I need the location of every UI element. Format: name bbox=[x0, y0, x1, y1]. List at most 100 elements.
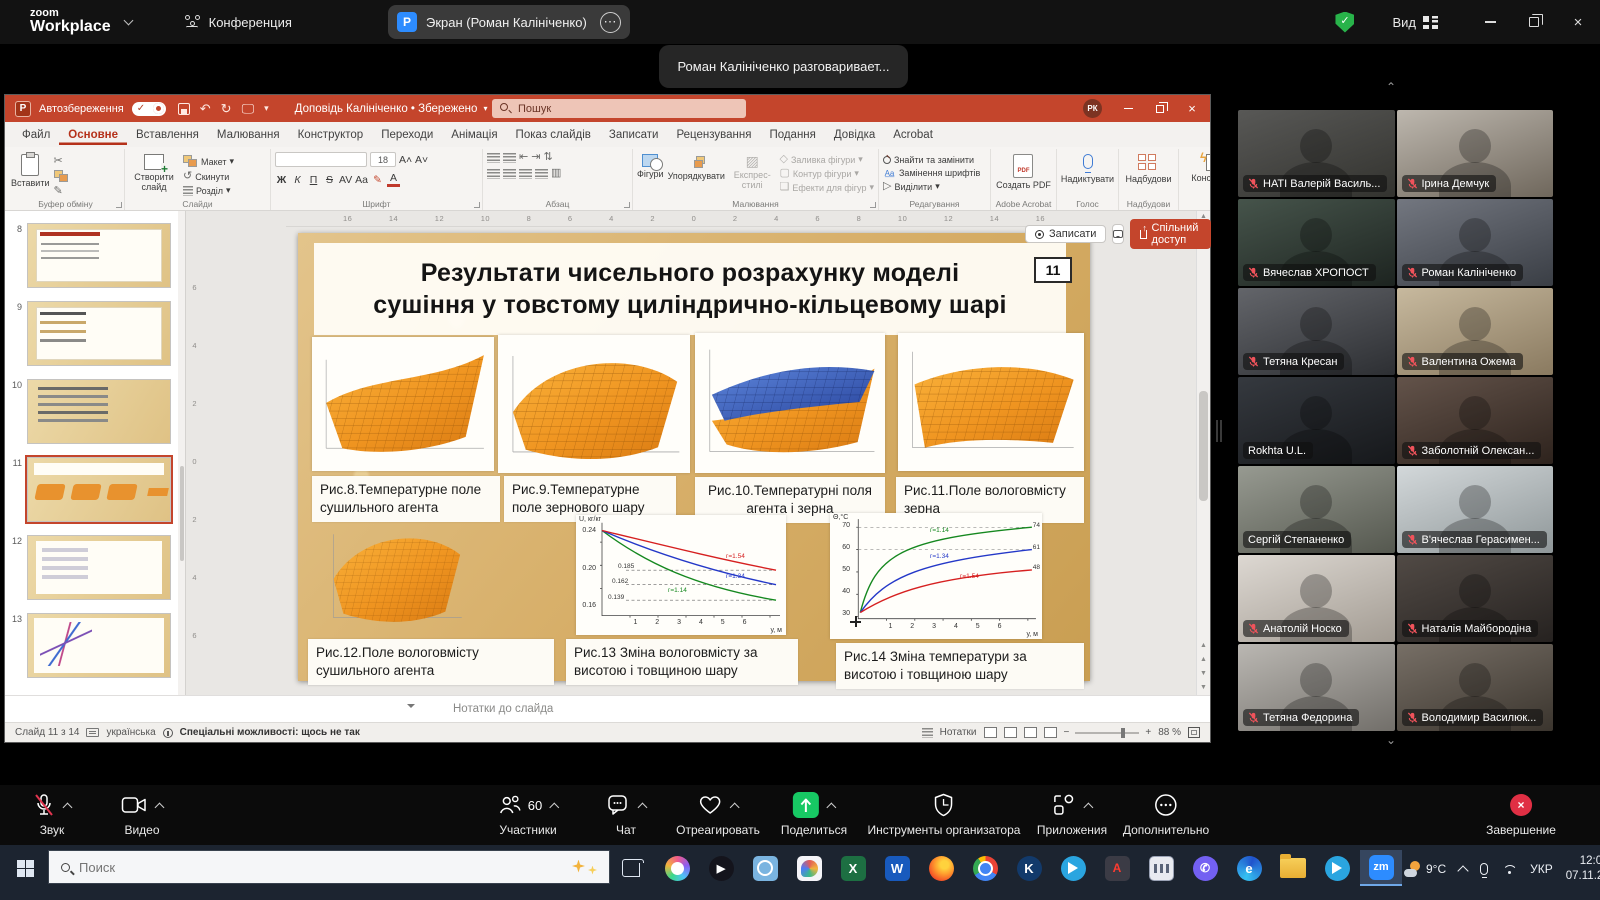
dictate-button[interactable]: Надиктувати bbox=[1061, 152, 1114, 184]
slide-thumbnail[interactable]: 12 bbox=[9, 535, 171, 600]
ppt-restore-button[interactable] bbox=[1144, 95, 1176, 122]
gallery-scroll-down-icon[interactable]: ⌄ bbox=[1386, 733, 1396, 747]
edge-app[interactable]: e bbox=[1228, 850, 1270, 886]
italic-icon[interactable]: К bbox=[291, 174, 304, 186]
change-case-icon[interactable]: Aa bbox=[355, 174, 368, 186]
thumbnail-scrollbar[interactable] bbox=[178, 211, 185, 695]
search-highlights-icon[interactable] bbox=[572, 860, 597, 875]
present-icon[interactable]: 🖵 bbox=[242, 102, 255, 115]
participants-button[interactable]: 60 Участники bbox=[498, 792, 558, 837]
bullets-icon[interactable] bbox=[487, 153, 500, 163]
chevron-down-icon[interactable] bbox=[123, 16, 133, 26]
zoom-thumb[interactable] bbox=[1121, 728, 1125, 738]
scroll-down-icon[interactable]: ▼ bbox=[1197, 684, 1210, 691]
prev-slide-icon2[interactable]: ▲ bbox=[1197, 656, 1210, 663]
participant-tile[interactable]: Rokhta U.L. bbox=[1238, 377, 1395, 464]
participant-tile[interactable]: Вячеслав ХРОПОСТ bbox=[1238, 199, 1395, 286]
start-button[interactable] bbox=[4, 850, 46, 886]
zoom-out-icon[interactable]: − bbox=[1064, 727, 1070, 738]
leave-button[interactable]: × Завершение bbox=[1486, 792, 1556, 837]
share-access-button[interactable]: Спільний доступ bbox=[1130, 219, 1211, 249]
zoom-app-taskbar[interactable]: zm bbox=[1360, 850, 1402, 886]
shape-fill-button[interactable]: ◇Заливка фігури ▾ bbox=[780, 154, 874, 165]
slide-thumbnail-preview[interactable] bbox=[27, 613, 171, 678]
slide-thumbnail[interactable]: 11 bbox=[9, 457, 171, 522]
slide-thumbnail[interactable]: 13 bbox=[9, 613, 171, 678]
slideshow-view-icon[interactable] bbox=[1044, 727, 1057, 738]
font-size-combobox[interactable]: 18 bbox=[370, 152, 396, 167]
language-indicator[interactable]: УКР bbox=[1530, 862, 1553, 876]
autosave-toggle[interactable] bbox=[132, 102, 166, 116]
react-button[interactable]: Отреагировать bbox=[676, 792, 760, 837]
ribbon-tab[interactable]: Малювання bbox=[208, 124, 289, 145]
ribbon-tab[interactable]: Рецензування bbox=[667, 124, 760, 145]
qat-more-icon[interactable]: ▾ bbox=[264, 104, 269, 113]
react-menu-chevron[interactable] bbox=[730, 802, 740, 812]
ribbon-tab[interactable]: Переходи bbox=[372, 124, 442, 145]
zoom-level[interactable]: 88 % bbox=[1158, 727, 1181, 738]
weather-widget[interactable]: 9°C bbox=[1404, 861, 1446, 877]
char-spacing-icon[interactable]: AV bbox=[339, 174, 352, 186]
slide[interactable]: Результати чисельного розрахунку моделі … bbox=[298, 233, 1090, 681]
next-slide-icon[interactable]: ▼ bbox=[1197, 670, 1210, 677]
slide-thumbnail[interactable]: 8 bbox=[9, 223, 171, 288]
language-indicator[interactable]: українська bbox=[106, 727, 155, 738]
telegram2-app[interactable] bbox=[1316, 850, 1358, 886]
canvas-scrollbar[interactable]: ▲ ▲ ▲ ▼ ▼ bbox=[1196, 211, 1210, 695]
participant-tile[interactable]: Анатолій Носко bbox=[1238, 555, 1395, 642]
participant-tile[interactable]: Тетяна Федорина bbox=[1238, 644, 1395, 731]
audio-button[interactable]: Звук bbox=[33, 792, 71, 837]
scrollbar-thumb[interactable] bbox=[1199, 391, 1208, 501]
ribbon-tab[interactable]: Подання bbox=[760, 124, 824, 145]
strikethrough-icon[interactable]: S bbox=[323, 174, 336, 186]
shape-effects-button[interactable]: ❏Ефекти для фігур ▾ bbox=[780, 182, 874, 193]
windows-search[interactable] bbox=[48, 850, 610, 884]
kompas-app[interactable]: K bbox=[1008, 850, 1050, 886]
grow-font-icon[interactable]: A˄ bbox=[399, 154, 412, 166]
viber-app[interactable]: ✆ bbox=[1184, 850, 1226, 886]
share-screen-button[interactable]: Поделиться bbox=[781, 792, 847, 837]
find-replace-button[interactable]: Знайти та замінити bbox=[883, 155, 980, 165]
participant-tile[interactable]: В'ячеслав Герасимен... bbox=[1397, 466, 1554, 553]
line-spacing-icon[interactable]: ⇅ bbox=[543, 152, 552, 163]
participant-tile[interactable]: НАТІ Валерій Василь... bbox=[1238, 110, 1395, 197]
ribbon-tab[interactable]: Файл bbox=[13, 124, 59, 145]
keyboard-app[interactable] bbox=[1140, 850, 1182, 886]
tray-mic-icon[interactable] bbox=[1480, 863, 1488, 875]
accessibility-status[interactable]: Спеціальні можливості: щось не так bbox=[180, 727, 360, 738]
redo-icon[interactable]: ↻ bbox=[221, 102, 232, 115]
shape-outline-button[interactable]: ▢Контур фігури ▾ bbox=[780, 168, 874, 179]
highlight-icon[interactable]: ✎ bbox=[371, 174, 384, 186]
slide-thumbnail-preview[interactable] bbox=[27, 457, 171, 522]
save-icon[interactable] bbox=[178, 103, 190, 115]
select-button[interactable]: ▷Виділити ▾ bbox=[883, 181, 980, 192]
participant-tile[interactable]: Тетяна Кресан bbox=[1238, 288, 1395, 375]
chat-menu-chevron[interactable] bbox=[638, 802, 648, 812]
notes-toggle-label[interactable]: Нотатки bbox=[940, 727, 977, 738]
restore-button[interactable] bbox=[1512, 0, 1556, 44]
shrink-font-icon[interactable]: A˅ bbox=[415, 154, 428, 166]
slide-title[interactable]: Результати чисельного розрахунку моделі … bbox=[314, 243, 1066, 335]
ribbon-tab[interactable]: Записати bbox=[600, 124, 668, 145]
slide-thumbnail[interactable]: 10 bbox=[9, 379, 171, 444]
tray-expand-icon[interactable] bbox=[1457, 865, 1468, 876]
reading-view-icon[interactable] bbox=[1024, 727, 1037, 738]
notes-collapse-icon[interactable] bbox=[407, 704, 415, 712]
chat-button[interactable]: Чат bbox=[606, 792, 646, 837]
indent-increase-icon[interactable]: ⇥ bbox=[531, 152, 540, 163]
replace-fonts-button[interactable]: A̲a̲Замінення шрифтів bbox=[883, 168, 980, 178]
drawing-dialog-launcher[interactable] bbox=[870, 202, 876, 208]
task-view-button[interactable] bbox=[612, 850, 654, 886]
participant-tile[interactable]: Ірина Демчук bbox=[1397, 110, 1554, 197]
more-options-icon[interactable]: ⋯ bbox=[600, 12, 621, 33]
zoom-track[interactable] bbox=[1075, 732, 1139, 734]
layout-button[interactable]: Макет ▾ bbox=[183, 155, 234, 168]
zoom-in-icon[interactable]: + bbox=[1145, 727, 1151, 738]
ppt-search[interactable] bbox=[492, 99, 746, 118]
apps-menu-chevron[interactable] bbox=[1084, 802, 1094, 812]
reset-button[interactable]: ↺Скинути bbox=[183, 171, 234, 182]
copy-icon[interactable] bbox=[54, 170, 69, 183]
participant-tile[interactable]: Валентина Ожема bbox=[1397, 288, 1554, 375]
video-button[interactable]: Видео bbox=[121, 792, 163, 837]
indent-decrease-icon[interactable]: ⇤ bbox=[519, 152, 528, 163]
